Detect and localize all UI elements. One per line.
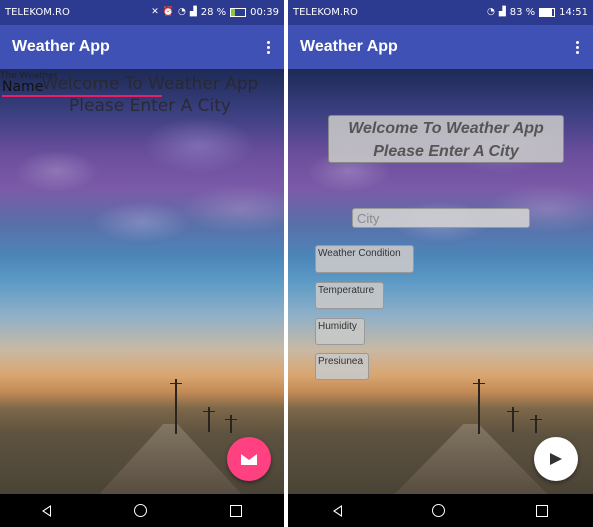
power-pole <box>507 407 519 432</box>
app-title: Weather App <box>300 38 398 55</box>
signal-icon: ▟ <box>189 7 197 17</box>
status-bar: TELEKOM.RO ◔ ▟ 83 % 14:51 <box>288 0 593 25</box>
road <box>394 424 548 494</box>
weather-condition-field: Weather Condition <box>315 245 414 273</box>
welcome-text: Welcome To Weather App Please Enter A Ci… <box>41 74 259 116</box>
wifi-icon: ◔ <box>486 7 495 17</box>
send-fab-button[interactable] <box>534 437 578 481</box>
carrier-label: TELEKOM.RO <box>293 7 358 18</box>
send-icon <box>550 453 562 465</box>
status-bar: TELEKOM.RO ✕ ⏰ ◔ ▟ 28 % 00:39 <box>0 0 284 25</box>
road <box>99 424 242 494</box>
carrier-label: TELEKOM.RO <box>5 7 70 18</box>
storm-background-image <box>0 69 284 494</box>
phone-screen-left: TELEKOM.RO ✕ ⏰ ◔ ▟ 28 % 00:39 Weather Ap… <box>0 0 284 527</box>
power-pole <box>473 379 485 434</box>
email-fab-button[interactable] <box>227 437 271 481</box>
signal-icon: ▟ <box>498 7 506 17</box>
phone-screen-right: TELEKOM.RO ◔ ▟ 83 % 14:51 Weather App We… <box>288 0 593 527</box>
battery-icon <box>230 8 247 17</box>
pressure-field: Presiunea <box>315 353 369 380</box>
navigation-bar <box>288 494 593 527</box>
alarm-icon: ⏰ <box>162 7 174 17</box>
email-icon <box>241 453 257 465</box>
navigation-bar <box>0 494 284 527</box>
welcome-banner: Welcome To Weather App Please Enter A Ci… <box>328 115 564 163</box>
power-pole <box>225 415 237 433</box>
humidity-field: Humidity <box>315 318 365 345</box>
home-icon[interactable] <box>133 504 147 517</box>
overflow-menu-icon[interactable] <box>263 37 274 58</box>
city-input[interactable] <box>352 208 530 228</box>
temperature-field: Temperature <box>315 282 384 309</box>
mute-icon: ✕ <box>151 7 159 17</box>
battery-percent: 28 % <box>200 7 227 18</box>
app-title: Weather App <box>12 38 110 55</box>
battery-percent: 83 % <box>509 7 536 18</box>
clock: 14:51 <box>559 7 588 18</box>
back-icon[interactable] <box>41 504 51 517</box>
overflow-menu-icon[interactable] <box>572 37 583 58</box>
power-pole <box>530 415 542 433</box>
recent-apps-icon[interactable] <box>535 504 548 517</box>
wifi-icon: ◔ <box>177 7 186 17</box>
power-pole <box>203 407 215 432</box>
battery-icon <box>539 8 556 17</box>
back-icon[interactable] <box>333 504 343 517</box>
power-pole <box>170 379 182 434</box>
home-icon[interactable] <box>432 504 446 517</box>
app-bar: Weather App <box>288 25 593 69</box>
recent-apps-icon[interactable] <box>230 504 243 517</box>
clock: 00:39 <box>250 7 279 18</box>
app-bar: Weather App <box>0 25 284 69</box>
